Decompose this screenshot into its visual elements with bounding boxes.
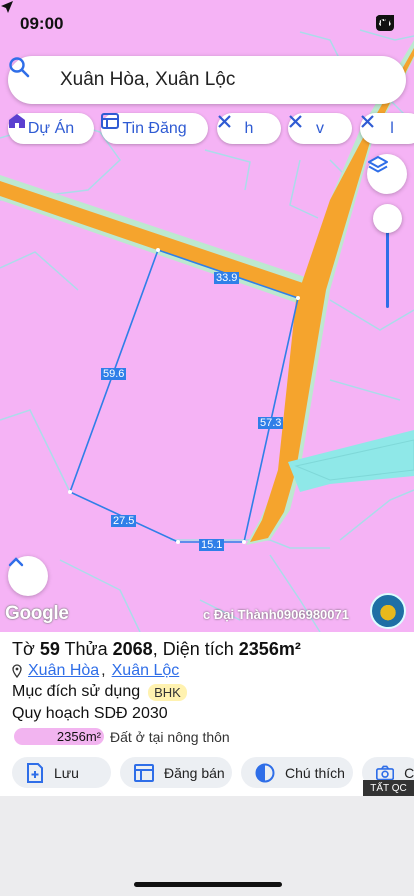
land-purpose: Mục đích sử dụng BHK	[12, 683, 187, 701]
action-bar: Lưu Đăng bán Chú thích Ch	[0, 757, 414, 791]
planning-legend: 2356m² Đất ở tại nông thôn	[14, 728, 230, 745]
search-input[interactable]: Xuân Hòa, Xuân Lộc	[60, 69, 235, 91]
tools-icon	[218, 115, 231, 128]
calendar-icon	[134, 763, 154, 782]
house-icon	[9, 114, 25, 128]
legend-icon	[255, 763, 275, 782]
layers-icon	[368, 156, 388, 173]
map-view[interactable]: 33.9 59.6 57.3 27.5 15.1 09:00 83 Xuân H…	[0, 0, 414, 632]
save-button[interactable]: Lưu	[12, 757, 111, 788]
company-logo[interactable]	[370, 593, 406, 629]
edge-label: 27.5	[111, 515, 137, 527]
chip-l[interactable]: l	[360, 113, 414, 144]
locate-button[interactable]	[8, 556, 48, 596]
parcel-info-panel: Tờ 59 Thửa 2068, Diện tích 2356m² Xuân H…	[0, 632, 414, 797]
parcel-outline[interactable]	[68, 248, 299, 543]
search-icon[interactable]	[8, 56, 30, 78]
location-arrow-icon	[1, 1, 13, 13]
commune-link[interactable]: Xuân Hòa	[28, 662, 99, 680]
edge-label: 57.3	[258, 417, 284, 429]
parcel-title: Tờ 59 Thửa 2068, Diện tích 2356m²	[12, 639, 301, 659]
list-icon	[101, 113, 119, 129]
edge-label: 59.6	[101, 368, 127, 380]
parcel-location: Xuân Hòa, Xuân Lộc	[12, 662, 179, 680]
map-attribution: c Đại Thành0906980071	[203, 607, 349, 622]
legend-button[interactable]: Chú thích	[241, 757, 353, 788]
planning-title: Quy hoạch SDĐ 2030	[12, 705, 168, 722]
layers-button[interactable]	[367, 154, 407, 194]
filter-chips: Dự Án Tin Đăng h v l	[8, 113, 414, 145]
search-bar[interactable]: Xuân Hòa, Xuân Lộc	[8, 56, 406, 104]
save-add-icon	[27, 762, 43, 783]
chip-tin-dang[interactable]: Tin Đăng	[101, 113, 208, 144]
post-sale-button[interactable]: Đăng bán	[120, 757, 232, 788]
wifi-icon	[375, 15, 393, 27]
bottom-empty-area	[0, 796, 414, 896]
chip-h[interactable]: h	[217, 113, 281, 144]
zoom-slider-knob[interactable]	[373, 204, 402, 233]
location-pin-icon	[12, 664, 22, 678]
status-time: 09:00	[20, 14, 64, 33]
planning-use: Đất ở tại nông thôn	[110, 728, 230, 745]
google-logo: Google	[5, 603, 69, 624]
planning-area: 2356m²	[14, 728, 104, 745]
edge-label: 33.9	[214, 272, 240, 284]
home-indicator[interactable]	[134, 882, 282, 887]
district-link[interactable]: Xuân Lộc	[112, 662, 180, 680]
purpose-badge: BHK	[148, 683, 187, 701]
edge-label: 15.1	[199, 539, 225, 551]
chevron-up-icon	[8, 557, 24, 567]
status-bar: 09:00 83	[0, 0, 414, 48]
tools-icon	[289, 115, 302, 128]
chip-du-an[interactable]: Dự Án	[8, 113, 94, 144]
hide-ads-button[interactable]: TẤT QC	[363, 780, 414, 797]
tools-icon	[361, 115, 374, 128]
chip-v[interactable]: v	[288, 113, 352, 144]
